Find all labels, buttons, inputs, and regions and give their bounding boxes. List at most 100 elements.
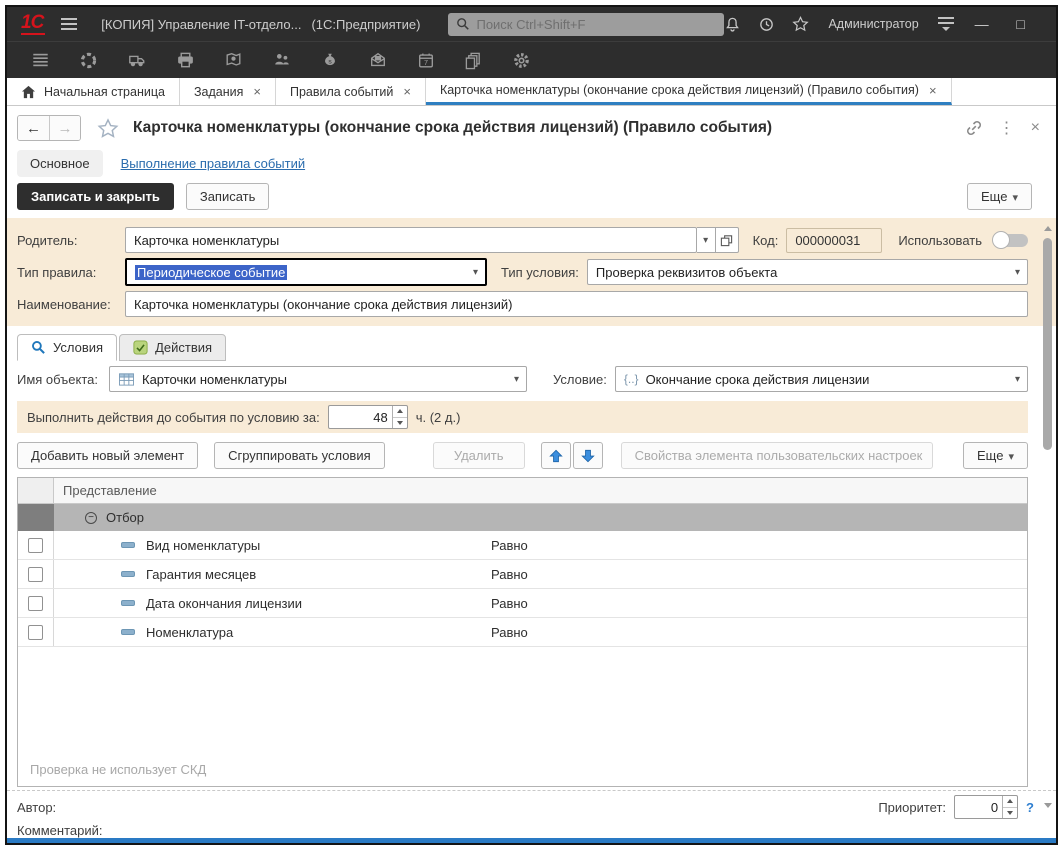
name-label: Наименование: [17, 297, 125, 312]
scroll-up-icon[interactable] [1044, 223, 1052, 234]
detail-area: Условия Действия Имя объекта: Карточки н… [7, 326, 1056, 787]
close-form-icon[interactable]: × [1031, 119, 1040, 137]
current-user[interactable]: Администратор [828, 17, 918, 31]
condition-dropdown-icon[interactable]: ▾ [1008, 374, 1027, 385]
mail-icon[interactable] [368, 51, 388, 69]
priority-value: 0 [955, 796, 1002, 818]
row-checkbox[interactable] [28, 538, 43, 553]
money-bag-icon[interactable]: s [321, 51, 339, 70]
titlebar-actions: Администратор — □ × [724, 14, 1058, 34]
get-link-icon[interactable] [965, 119, 983, 137]
favorites-star-icon[interactable] [792, 16, 809, 32]
service-menu-icon[interactable] [938, 17, 954, 31]
move-down-button[interactable] [573, 442, 603, 469]
scroll-down-icon[interactable] [1044, 800, 1052, 811]
main-menu-icon[interactable] [61, 18, 77, 30]
minimize-button[interactable]: — [971, 14, 993, 34]
save-button[interactable]: Записать [186, 183, 270, 210]
table-row[interactable]: Вид номенклатуры Равно [18, 531, 1027, 560]
maximize-button[interactable]: □ [1010, 14, 1032, 34]
tab-home[interactable]: Начальная страница [7, 78, 180, 105]
condition-item-icon [121, 600, 135, 606]
vertical-scrollbar[interactable] [1042, 223, 1053, 811]
object-name-combobox[interactable]: Карточки номенклатуры ▾ [109, 366, 527, 392]
main-fields-panel: Родитель: Карточка номенклатуры ▾ Код: 0… [7, 218, 1056, 326]
1c-logo: 1С [21, 13, 45, 35]
documents-icon[interactable] [464, 51, 483, 70]
rule-type-dropdown-icon[interactable]: ▾ [466, 267, 485, 278]
more-actions-icon[interactable]: ⋮ [999, 118, 1015, 138]
comparison-type: Равно [491, 531, 1027, 559]
help-icon[interactable]: ? [1026, 800, 1034, 815]
row-checkbox[interactable] [28, 567, 43, 582]
table-row[interactable]: Номенклатура Равно [18, 618, 1027, 647]
tab-actions[interactable]: Действия [119, 334, 226, 361]
delete-button[interactable]: Удалить [433, 442, 525, 469]
parent-dropdown-icon[interactable]: ▾ [697, 227, 716, 253]
row-checkbox[interactable] [28, 625, 43, 640]
back-button[interactable]: ← [18, 116, 49, 140]
tab-label: Правила событий [290, 85, 393, 99]
timing-input[interactable]: 48 [328, 405, 408, 429]
condition-type-value: Проверка реквизитов объекта [596, 265, 1008, 280]
parent-open-icon[interactable] [716, 227, 739, 253]
column-header-presentation[interactable]: Представление [54, 478, 1027, 503]
table-row[interactable]: Дата окончания лицензии Равно [18, 589, 1027, 618]
user-settings-properties-button[interactable]: Свойства элемента пользовательских настр… [621, 442, 933, 469]
group-row-filter[interactable]: − Отбор [18, 504, 1027, 531]
priority-spinner[interactable] [1002, 796, 1017, 818]
detail-tabstrip: Условия Действия [17, 334, 1028, 361]
tab-conditions[interactable]: Условия [17, 334, 117, 361]
use-label: Использовать [898, 233, 982, 248]
tab-tasks[interactable]: Задания × [180, 78, 276, 105]
map-icon[interactable] [224, 51, 243, 69]
table-row[interactable]: Гарантия месяцев Равно [18, 560, 1027, 589]
scrollbar-track[interactable] [1042, 234, 1053, 800]
timing-spinner[interactable] [392, 406, 407, 428]
printer-icon[interactable] [176, 51, 195, 70]
save-and-close-button[interactable]: Записать и закрыть [17, 183, 174, 210]
favorite-star-icon[interactable] [97, 118, 119, 139]
condition-combobox[interactable]: {..} Окончание срока действия лицензии ▾ [615, 366, 1028, 392]
use-toggle[interactable] [992, 231, 1028, 249]
more-button[interactable]: Еще▾ [967, 183, 1032, 210]
tab-event-rules[interactable]: Правила событий × [276, 78, 426, 105]
table-more-button[interactable]: Еще▾ [963, 442, 1028, 469]
condition-type-dropdown-icon[interactable]: ▾ [1008, 267, 1027, 278]
rule-type-combobox[interactable]: Периодическое событие ▾ [125, 258, 487, 286]
rule-type-value: Периодическое событие [135, 265, 287, 280]
app-title: [КОПИЯ] Управление IT-отдело... [101, 17, 301, 32]
collapse-icon[interactable]: − [85, 512, 97, 524]
move-up-button[interactable] [541, 442, 571, 469]
list-menu-icon[interactable] [31, 51, 50, 69]
row-checkbox[interactable] [28, 596, 43, 611]
calendar-icon[interactable]: 7 [417, 51, 435, 70]
scrollbar-thumb[interactable] [1043, 238, 1052, 450]
group-conditions-button[interactable]: Сгруппировать условия [214, 442, 385, 469]
truck-icon[interactable] [127, 51, 147, 69]
notifications-bell-icon[interactable] [724, 16, 741, 33]
parent-field[interactable]: Карточка номенклатуры [125, 227, 697, 253]
nav-main[interactable]: Основное [17, 150, 103, 177]
condition-type-combobox[interactable]: Проверка реквизитов объекта ▾ [587, 259, 1028, 285]
crosshair-icon[interactable] [79, 51, 98, 70]
search-input[interactable]: Поиск Ctrl+Shift+F [448, 13, 724, 36]
close-tab-icon[interactable]: × [253, 84, 261, 99]
comparison-type: Равно [491, 589, 1027, 617]
history-icon[interactable] [758, 16, 775, 33]
object-dropdown-icon[interactable]: ▾ [507, 374, 526, 385]
gear-icon[interactable] [512, 51, 531, 70]
priority-input[interactable]: 0 [954, 795, 1018, 819]
forward-button[interactable]: → [49, 116, 80, 140]
conditions-table: Представление − Отбор Вид номенклатуры Р… [17, 477, 1028, 787]
close-tab-icon[interactable]: × [929, 83, 937, 98]
close-tab-icon[interactable]: × [403, 84, 411, 99]
nav-rule-execution[interactable]: Выполнение правила событий [121, 156, 306, 171]
add-element-button[interactable]: Добавить новый элемент [17, 442, 198, 469]
tab-current-rule[interactable]: Карточка номенклатуры (окончание срока д… [426, 78, 952, 105]
more-label: Еще [981, 189, 1007, 204]
name-field[interactable]: Карточка номенклатуры (окончание срока д… [125, 291, 1028, 317]
close-window-button[interactable]: × [1049, 14, 1058, 34]
people-icon[interactable] [272, 51, 292, 69]
condition-type-label: Тип условия: [501, 265, 579, 280]
